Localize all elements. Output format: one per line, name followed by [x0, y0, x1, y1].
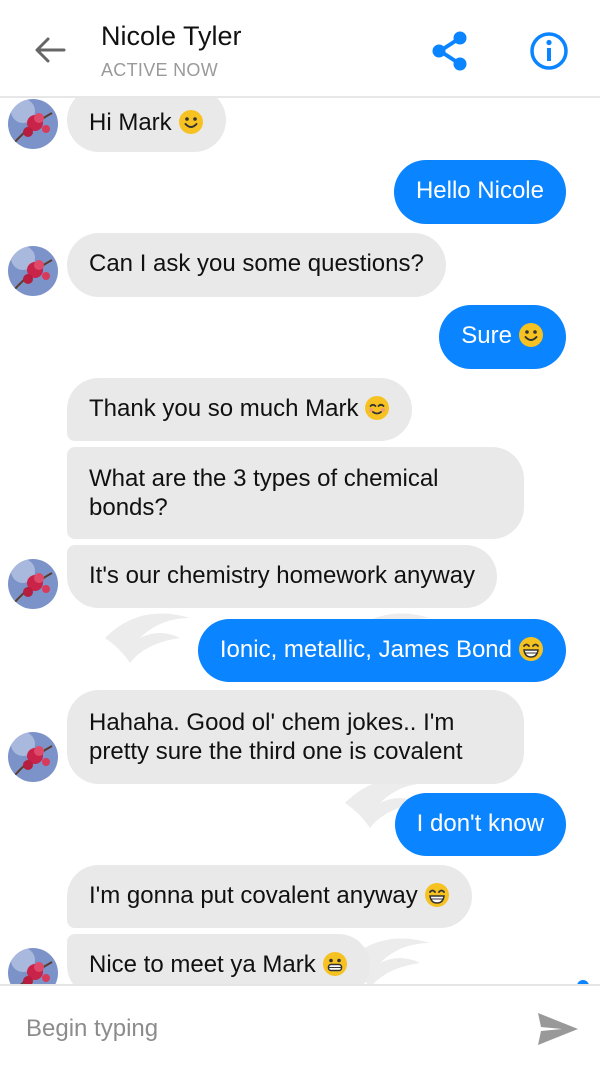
- share-icon: [432, 31, 467, 71]
- message-text-line: pretty sure the third one is covalent: [89, 738, 463, 765]
- message-bubble-outgoing[interactable]: Hello Nicole: [393, 160, 566, 224]
- message-composer: [0, 984, 600, 1067]
- grin-emoji-icon: [322, 952, 347, 976]
- blush-emoji-icon: [365, 396, 390, 420]
- message-bubble-outgoing[interactable]: Ionic, metallic, James Bond: [197, 619, 566, 682]
- message-bubble-outgoing[interactable]: I don't know: [394, 793, 566, 856]
- smile-emoji-icon: [178, 110, 203, 134]
- message-text: Hi Mark: [89, 109, 172, 136]
- contact-name[interactable]: Nicole Tyler: [101, 21, 242, 52]
- send-icon: [538, 1013, 578, 1045]
- laugh-emoji-icon: [519, 637, 543, 661]
- message-list[interactable]: Hi Mark Hello Nicole Can I ask you some …: [0, 98, 600, 984]
- send-button[interactable]: [536, 1010, 580, 1048]
- laugh-emoji-icon: [424, 883, 449, 907]
- message-bubble-outgoing[interactable]: Sure: [439, 305, 566, 369]
- message-text-line: Hahaha. Good ol' chem jokes.. I'm: [89, 709, 455, 736]
- message-text: Ionic, metallic, James Bond: [219, 636, 512, 663]
- back-button[interactable]: [30, 30, 70, 70]
- message-text-line: What are the 3 types of chemical: [89, 465, 439, 492]
- conversation-header: Nicole Tyler ACTIVE NOW: [0, 0, 600, 98]
- message-text: It's our chemistry homework anyway: [89, 562, 476, 589]
- contact-avatar[interactable]: [8, 732, 58, 782]
- message-bubble-incoming[interactable]: Hi Mark: [67, 98, 226, 152]
- message-bubble-incoming[interactable]: Hahaha. Good ol' chem jokes.. I'm pretty…: [67, 690, 524, 784]
- info-button[interactable]: [528, 30, 570, 72]
- message-input[interactable]: [24, 1010, 508, 1048]
- message-text: Nice to meet ya Mark: [89, 951, 316, 978]
- arrow-left-icon: [35, 37, 66, 63]
- share-button[interactable]: [430, 30, 470, 72]
- message-text: Sure: [461, 322, 512, 349]
- message-text: I'm gonna put covalent anyway: [89, 882, 418, 909]
- contact-avatar[interactable]: [8, 559, 58, 609]
- active-status: ACTIVE NOW: [101, 60, 219, 80]
- message-bubble-incoming[interactable]: Can I ask you some questions?: [67, 233, 446, 297]
- message-bubble-incoming[interactable]: What are the 3 types of chemical bonds?: [67, 447, 524, 539]
- message-text: Can I ask you some questions?: [89, 250, 424, 277]
- contact-avatar[interactable]: [8, 99, 58, 149]
- message-bubble-incoming[interactable]: Thank you so much Mark: [67, 378, 413, 441]
- message-bubble-incoming[interactable]: I'm gonna put covalent anyway: [67, 865, 472, 928]
- smile-emoji-icon: [519, 323, 543, 347]
- message-text: Thank you so much Mark: [89, 395, 359, 422]
- contact-avatar[interactable]: [8, 948, 58, 984]
- message-text: Hello Nicole: [415, 177, 544, 204]
- message-bubble-incoming[interactable]: It's our chemistry homework anyway: [67, 545, 498, 608]
- contact-avatar[interactable]: [8, 246, 58, 296]
- message-bubble-incoming[interactable]: Nice to meet ya Mark: [67, 934, 370, 984]
- message-text: I don't know: [416, 810, 544, 837]
- info-icon: [530, 32, 568, 70]
- message-text-line: bonds?: [89, 494, 168, 521]
